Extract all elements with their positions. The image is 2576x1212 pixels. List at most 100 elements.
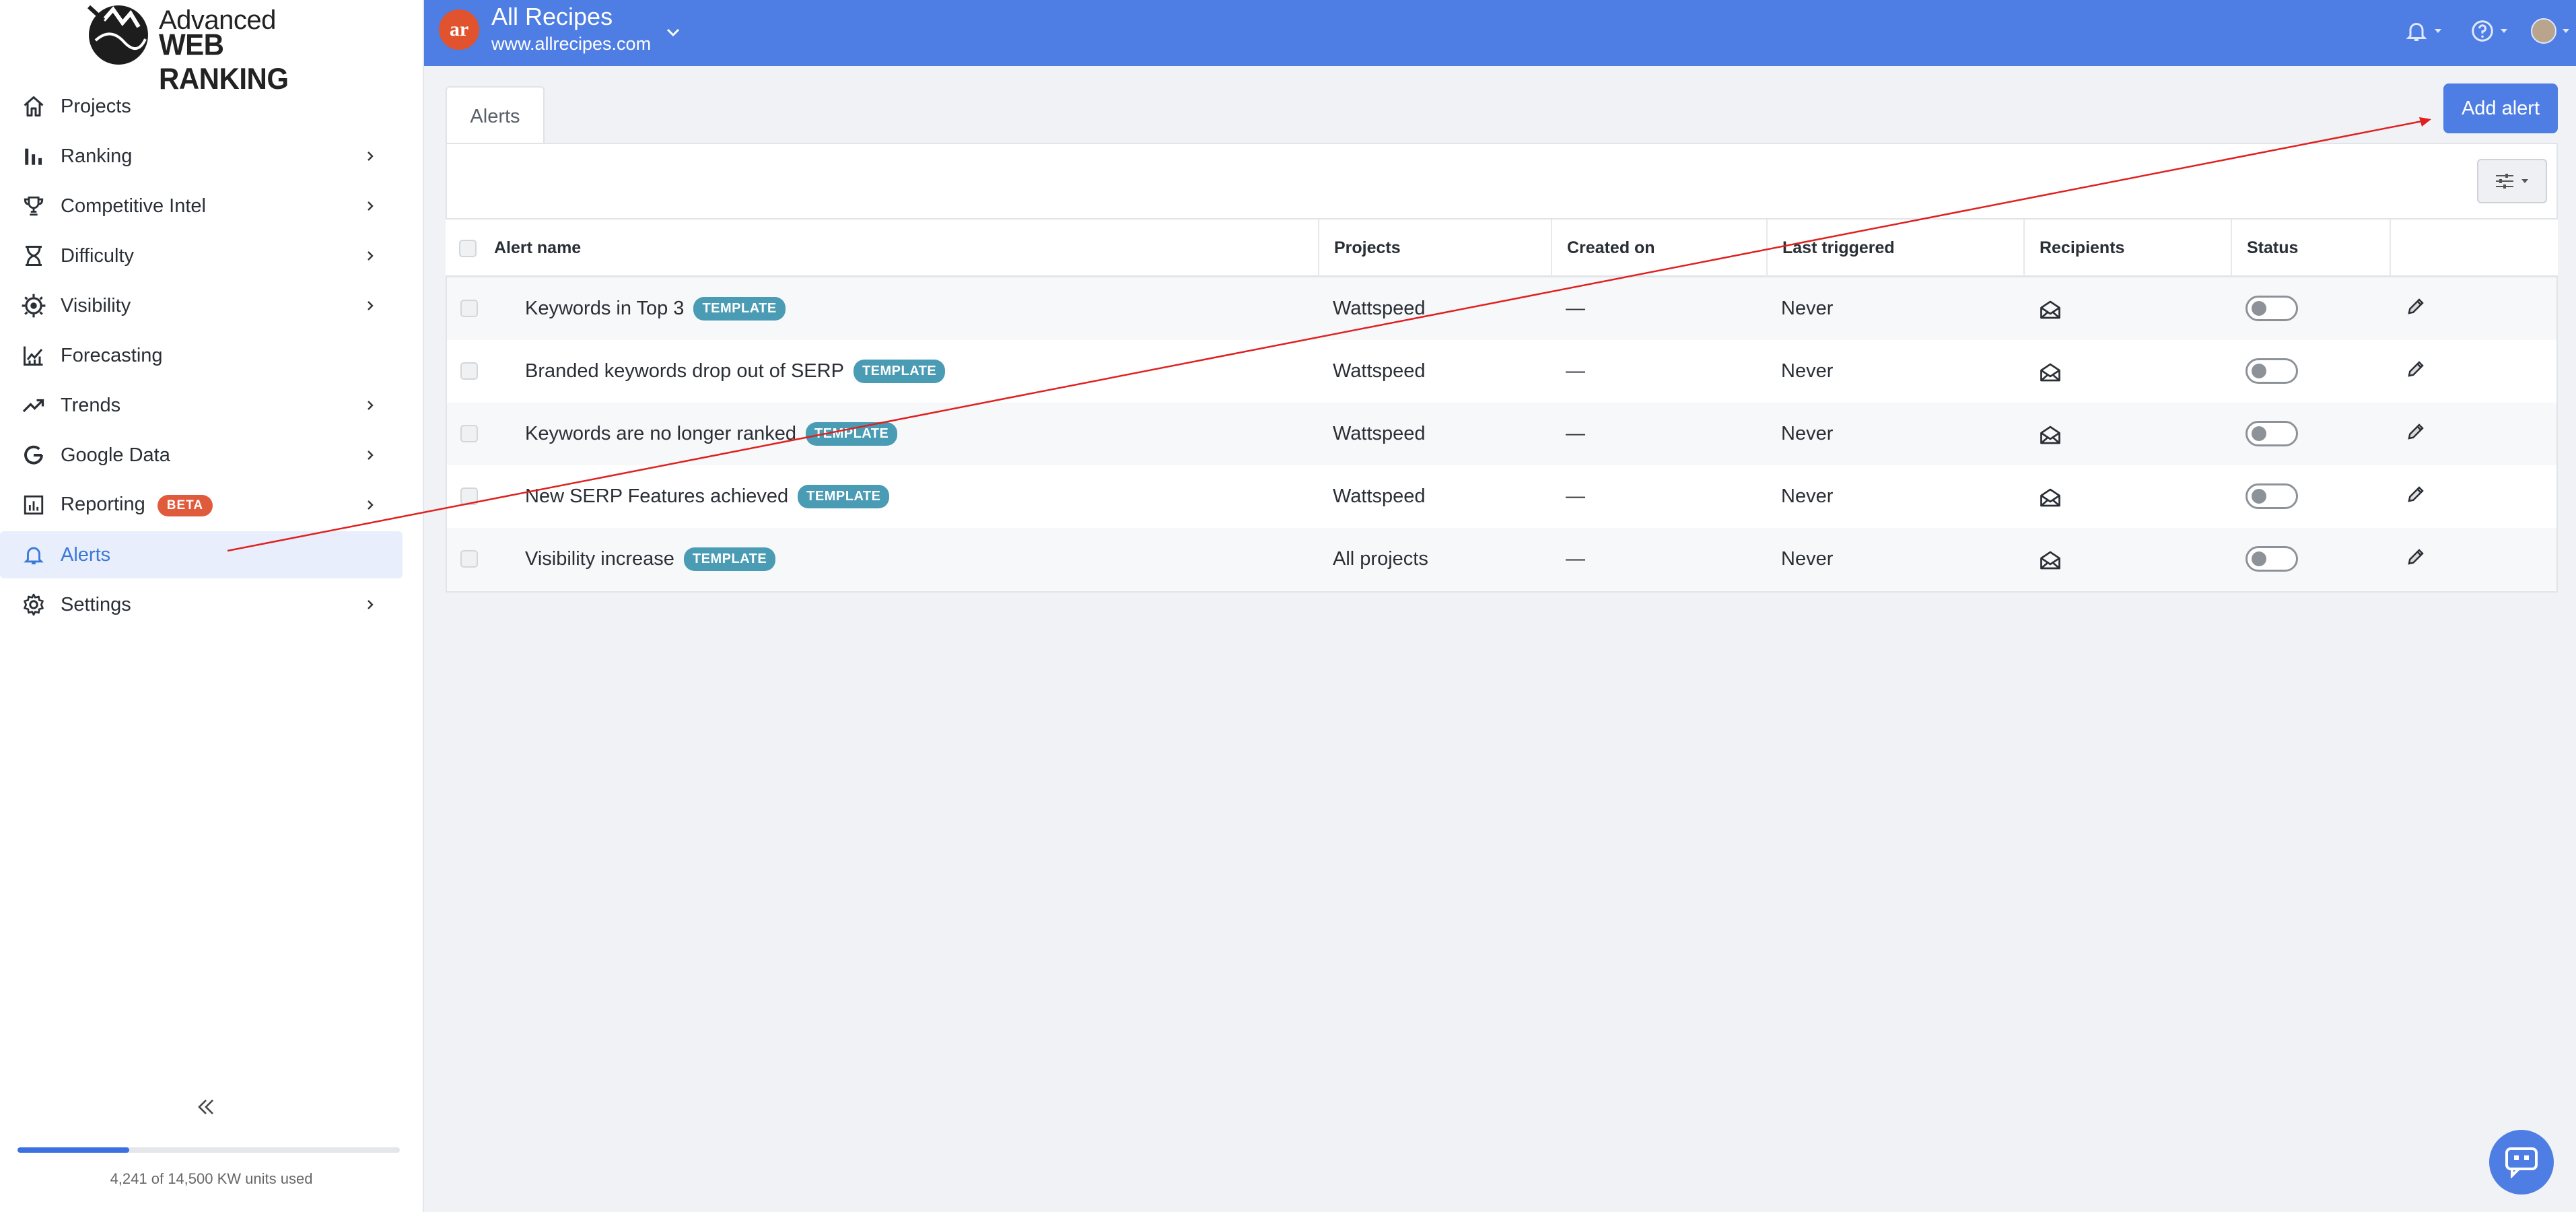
sidebar-item-ranking[interactable]: Ranking — [0, 133, 403, 180]
toggle-knob — [2252, 426, 2266, 441]
status-toggle[interactable] — [2246, 296, 2298, 321]
brand-logo[interactable]: Advanced WEB RANKING — [83, 0, 326, 95]
edit-pencil-icon[interactable] — [2406, 359, 2426, 379]
envelope-open-icon[interactable] — [2038, 298, 2062, 322]
sidebar-item-label: Ranking — [61, 145, 133, 167]
help-button[interactable] — [2470, 18, 2509, 44]
sidebar-item-reporting[interactable]: Reporting BETA — [0, 481, 403, 529]
tab-alerts[interactable]: Alerts — [446, 86, 545, 145]
project-cell: Wattspeed — [1333, 360, 1426, 382]
alert-name[interactable]: Branded keywords drop out of SERP — [525, 360, 844, 382]
row-checkbox[interactable] — [460, 300, 478, 317]
project-switcher-chevron-icon[interactable] — [664, 23, 683, 42]
sidebar-item-projects[interactable]: Projects — [0, 83, 403, 130]
created-on-cell: — — [1566, 423, 1585, 444]
sidebar-item-label: Forecasting — [61, 344, 163, 366]
column-header-alert-name[interactable]: Alert name — [479, 220, 1318, 277]
sidebar-item-competitive-intel[interactable]: Competitive Intel — [0, 182, 403, 230]
edit-pencil-icon[interactable] — [2406, 296, 2426, 316]
sidebar-item-forecasting[interactable]: Forecasting — [0, 332, 403, 379]
edit-pencil-icon[interactable] — [2406, 422, 2426, 442]
project-cell: Wattspeed — [1333, 423, 1426, 444]
chevron-right-icon — [368, 201, 374, 211]
edit-pencil-icon[interactable] — [2406, 484, 2426, 504]
column-header-created-on[interactable]: Created on — [1551, 220, 1766, 277]
status-toggle[interactable] — [2246, 421, 2298, 446]
alert-name[interactable]: Visibility increase — [525, 548, 674, 570]
select-all-checkbox[interactable] — [459, 240, 477, 257]
row-checkbox[interactable] — [460, 362, 478, 380]
trend-up-icon — [20, 392, 47, 419]
home-icon — [20, 93, 47, 120]
sidebar-item-trends[interactable]: Trends — [0, 382, 403, 429]
table-row[interactable]: Keywords in Top 3 TEMPLATE Wattspeed — Ne… — [447, 277, 2556, 340]
sidebar-item-google-data[interactable]: Google Data — [0, 432, 403, 479]
status-toggle[interactable] — [2246, 483, 2298, 509]
chevron-right-icon — [368, 152, 374, 161]
toggle-knob — [2252, 551, 2266, 566]
column-header-actions — [2390, 220, 2556, 277]
alert-name[interactable]: Keywords in Top 3 — [525, 298, 684, 320]
visibility-gear-icon — [20, 292, 47, 319]
table-row[interactable]: Branded keywords drop out of SERP TEMPLAT… — [447, 340, 2556, 403]
status-toggle[interactable] — [2246, 546, 2298, 572]
toggle-knob — [2252, 489, 2266, 504]
sidebar-item-difficulty[interactable]: Difficulty — [0, 232, 403, 279]
chat-widget-button[interactable] — [2489, 1130, 2554, 1194]
project-logo[interactable]: ar — [439, 9, 479, 50]
column-header-status[interactable]: Status — [2231, 220, 2390, 277]
user-menu-button[interactable] — [2531, 18, 2571, 44]
add-alert-button[interactable]: Add alert — [2443, 83, 2558, 133]
alert-name-cell: Visibility increase TEMPLATE — [525, 528, 776, 591]
sidebar: Advanced WEB RANKING Projects Ranking Co… — [0, 0, 424, 1212]
toggle-knob — [2252, 364, 2266, 378]
sidebar-item-label: Projects — [61, 95, 131, 117]
sidebar-item-visibility[interactable]: Visibility — [0, 282, 403, 329]
template-badge: TEMPLATE — [798, 485, 890, 508]
notifications-button[interactable] — [2404, 18, 2443, 44]
table-row[interactable]: Keywords are no longer ranked TEMPLATE Wa… — [447, 403, 2556, 465]
row-checkbox[interactable] — [460, 550, 478, 568]
row-checkbox[interactable] — [460, 425, 478, 442]
created-on-cell: — — [1566, 298, 1585, 319]
beta-badge: BETA — [157, 494, 213, 516]
project-name[interactable]: All Recipes — [491, 3, 613, 31]
sidebar-item-alerts[interactable]: Alerts — [0, 531, 403, 578]
last-triggered-cell: Never — [1781, 360, 1834, 382]
bar-chart-icon — [20, 143, 47, 170]
chevron-right-icon — [368, 251, 374, 261]
envelope-open-icon[interactable] — [2038, 548, 2062, 572]
project-logo-text: ar — [449, 18, 469, 40]
created-on-cell: — — [1566, 548, 1585, 570]
row-checkbox[interactable] — [460, 487, 478, 505]
envelope-open-icon[interactable] — [2038, 360, 2062, 384]
table-row[interactable]: New SERP Features achieved TEMPLATE Watts… — [447, 465, 2556, 528]
created-on-cell: — — [1566, 360, 1585, 382]
table-row[interactable]: Visibility increase TEMPLATE All projects… — [447, 528, 2556, 591]
last-triggered-cell: Never — [1781, 423, 1834, 444]
edit-pencil-icon[interactable] — [2406, 547, 2426, 567]
help-icon — [2472, 20, 2493, 42]
envelope-open-icon[interactable] — [2038, 423, 2062, 447]
column-header-last-triggered[interactable]: Last triggered — [1766, 220, 2023, 277]
template-badge: TEMPLATE — [693, 297, 786, 321]
sidebar-item-settings[interactable]: Settings — [0, 581, 403, 628]
gear-icon — [20, 591, 47, 618]
sidebar-item-label: Alerts — [61, 543, 111, 566]
alert-name[interactable]: New SERP Features achieved — [525, 485, 788, 508]
caret-down-icon — [2563, 29, 2569, 33]
chevron-right-icon — [368, 301, 374, 310]
envelope-open-icon[interactable] — [2038, 485, 2062, 510]
avatar — [2531, 18, 2556, 44]
collapse-sidebar-icon[interactable] — [193, 1093, 219, 1120]
status-toggle[interactable] — [2246, 358, 2298, 384]
column-settings-button[interactable] — [2477, 159, 2547, 203]
alert-name-cell: Branded keywords drop out of SERP TEMPLAT… — [525, 340, 946, 403]
alert-name[interactable]: Keywords are no longer ranked — [525, 423, 796, 445]
hourglass-icon — [20, 242, 47, 269]
project-cell: Wattspeed — [1333, 485, 1426, 507]
bell-icon — [20, 541, 47, 568]
template-badge: TEMPLATE — [853, 360, 946, 383]
column-header-recipients[interactable]: Recipients — [2023, 220, 2231, 277]
column-header-projects[interactable]: Projects — [1318, 220, 1551, 277]
